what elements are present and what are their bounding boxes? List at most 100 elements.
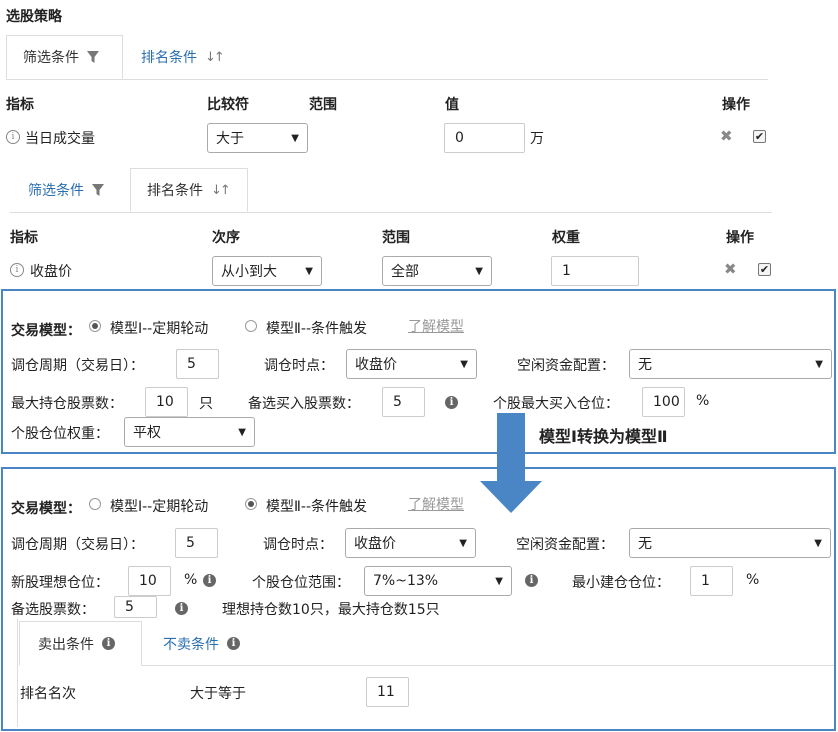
backup-input[interactable]: 5 bbox=[382, 387, 425, 417]
caret-down-icon: ▼ bbox=[238, 426, 246, 438]
max-hold-input[interactable]: 10 bbox=[145, 387, 188, 417]
info-icon[interactable]: i bbox=[203, 574, 216, 587]
tab-label: 排名条件 bbox=[147, 183, 203, 199]
model1-option-label: 模型Ⅰ--定期轮动 bbox=[110, 499, 209, 515]
min-build-unit: % bbox=[746, 572, 760, 588]
caret-down-icon: ▼ bbox=[814, 537, 822, 549]
delete-icon[interactable]: ✖ bbox=[720, 127, 733, 145]
tab-label: 不卖条件 bbox=[163, 636, 219, 653]
info-icon[interactable]: i bbox=[525, 574, 538, 587]
timing-value: 收盘价 bbox=[354, 536, 396, 552]
volume-value-input[interactable]: 0 bbox=[444, 123, 525, 153]
col-order: 次序 bbox=[212, 230, 240, 246]
model2-radio[interactable] bbox=[245, 320, 257, 332]
tab-rank-conditions[interactable]: 排名条件 ↓↑ bbox=[141, 35, 251, 79]
comparator-value: 大于 bbox=[216, 131, 244, 147]
hint-text: 理想持仓数10只，最大持仓数15只 bbox=[222, 602, 440, 618]
max-hold-label: 最大持仓股票数： bbox=[11, 396, 123, 412]
order-select[interactable]: 从小到大 ▼ bbox=[212, 256, 322, 286]
rank-value-input[interactable]: 11 bbox=[366, 677, 409, 707]
weight-label: 个股仓位权重： bbox=[11, 426, 109, 442]
tab-label: 筛选条件 bbox=[23, 50, 79, 66]
max-hold-unit: 只 bbox=[199, 396, 213, 412]
info-icon: i bbox=[227, 637, 240, 650]
model1-radio[interactable] bbox=[89, 320, 101, 332]
caret-down-icon: ▼ bbox=[460, 358, 468, 370]
single-max-input[interactable]: 100 bbox=[642, 387, 685, 417]
info-icon[interactable]: i bbox=[175, 602, 188, 615]
caret-down-icon: ▼ bbox=[305, 265, 313, 277]
learn-model-link[interactable]: 了解模型 bbox=[408, 316, 464, 336]
new-ideal-label: 新股理想仓位： bbox=[11, 575, 109, 591]
caret-down-icon: ▼ bbox=[459, 537, 467, 549]
range-label: 个股仓位范围： bbox=[252, 575, 350, 591]
col-indicator: 指标 bbox=[10, 230, 38, 246]
range-select[interactable]: 全部 ▼ bbox=[382, 256, 492, 286]
trade-model-label: 交易模型： bbox=[11, 323, 81, 339]
model2-option-label: 模型Ⅱ--条件触发 bbox=[266, 499, 367, 515]
cycle-input[interactable]: 5 bbox=[175, 528, 218, 558]
unit-label: 万 bbox=[530, 131, 544, 147]
weight-select[interactable]: 平权 ▼ bbox=[124, 417, 255, 447]
trade-model-label: 交易模型： bbox=[11, 501, 81, 517]
col-range: 范围 bbox=[382, 230, 410, 246]
idle-select[interactable]: 无 ▼ bbox=[629, 528, 831, 558]
caret-down-icon: ▼ bbox=[495, 575, 503, 587]
weight-value: 平权 bbox=[133, 425, 161, 441]
tab-rank-conditions-2[interactable]: 排名条件 ↓↑ bbox=[130, 168, 248, 212]
min-build-input[interactable]: 1 bbox=[690, 566, 733, 596]
weight-input[interactable]: 1 bbox=[551, 256, 639, 286]
timing-label: 调仓时点： bbox=[264, 358, 334, 374]
position-range-select[interactable]: 7%~13% ▼ bbox=[364, 566, 512, 596]
delete-icon[interactable]: ✖ bbox=[724, 260, 737, 278]
tab-filter-conditions-2[interactable]: 筛选条件 bbox=[28, 168, 123, 212]
col-weight: 权重 bbox=[552, 230, 580, 246]
timing-select[interactable]: 收盘价 ▼ bbox=[345, 528, 476, 558]
idle-select[interactable]: 无 ▼ bbox=[629, 349, 832, 379]
model1-option-label: 模型Ⅰ--定期轮动 bbox=[110, 321, 209, 337]
info-icon[interactable]: i bbox=[10, 263, 24, 277]
backup-label: 备选股票数： bbox=[11, 602, 95, 618]
info-icon[interactable]: i bbox=[6, 130, 20, 144]
rank-label: 排名名次 bbox=[20, 686, 76, 702]
backup-input[interactable]: 5 bbox=[114, 596, 157, 618]
range-value: 全部 bbox=[391, 264, 419, 280]
learn-model-link[interactable]: 了解模型 bbox=[408, 494, 464, 514]
position-range-value: 7%~13% bbox=[373, 573, 439, 589]
col-action: 操作 bbox=[726, 230, 754, 246]
tab-filter-conditions[interactable]: 筛选条件 bbox=[6, 35, 123, 79]
model2-option-label: 模型Ⅱ--条件触发 bbox=[266, 321, 367, 337]
rank-comparator: 大于等于 bbox=[190, 686, 246, 702]
idle-label: 空闲资金配置： bbox=[516, 537, 614, 553]
col-action: 操作 bbox=[722, 97, 750, 113]
tab-label: 排名条件 bbox=[141, 50, 197, 66]
cycle-label: 调仓周期（交易日）： bbox=[11, 358, 144, 374]
single-max-unit: % bbox=[696, 393, 710, 409]
timing-select[interactable]: 收盘价 ▼ bbox=[346, 349, 477, 379]
timing-label: 调仓时点： bbox=[263, 537, 333, 553]
tab-nosell-conditions[interactable]: 不卖条件 i bbox=[163, 621, 273, 666]
tab-sell-conditions[interactable]: 卖出条件 i bbox=[19, 621, 142, 666]
enable-checkbox[interactable]: ✔ bbox=[758, 263, 771, 276]
col-value: 值 bbox=[445, 97, 459, 113]
single-max-label: 个股最大买入仓位： bbox=[493, 396, 619, 412]
cycle-label: 调仓周期（交易日）： bbox=[11, 537, 144, 553]
idle-value: 无 bbox=[638, 536, 652, 552]
idle-value: 无 bbox=[638, 357, 652, 373]
enable-checkbox[interactable]: ✔ bbox=[753, 130, 766, 143]
sort-icon: ↓↑ bbox=[205, 49, 225, 65]
col-comparator: 比较符 bbox=[207, 97, 249, 113]
new-ideal-input[interactable]: 10 bbox=[128, 566, 171, 596]
min-build-label: 最小建仓仓位： bbox=[572, 575, 670, 591]
comparator-select[interactable]: 大于 ▼ bbox=[207, 123, 308, 153]
info-icon[interactable]: i bbox=[445, 396, 458, 409]
tab-label: 筛选条件 bbox=[28, 183, 84, 199]
caret-down-icon: ▼ bbox=[291, 132, 299, 144]
indicator-name: 当日成交量 bbox=[25, 131, 95, 147]
filter-icon bbox=[87, 50, 99, 63]
cycle-input[interactable]: 5 bbox=[176, 349, 219, 379]
timing-value: 收盘价 bbox=[355, 357, 397, 373]
model1-radio[interactable] bbox=[89, 498, 101, 510]
model2-radio[interactable] bbox=[245, 498, 257, 510]
tab-label: 卖出条件 bbox=[38, 636, 94, 653]
